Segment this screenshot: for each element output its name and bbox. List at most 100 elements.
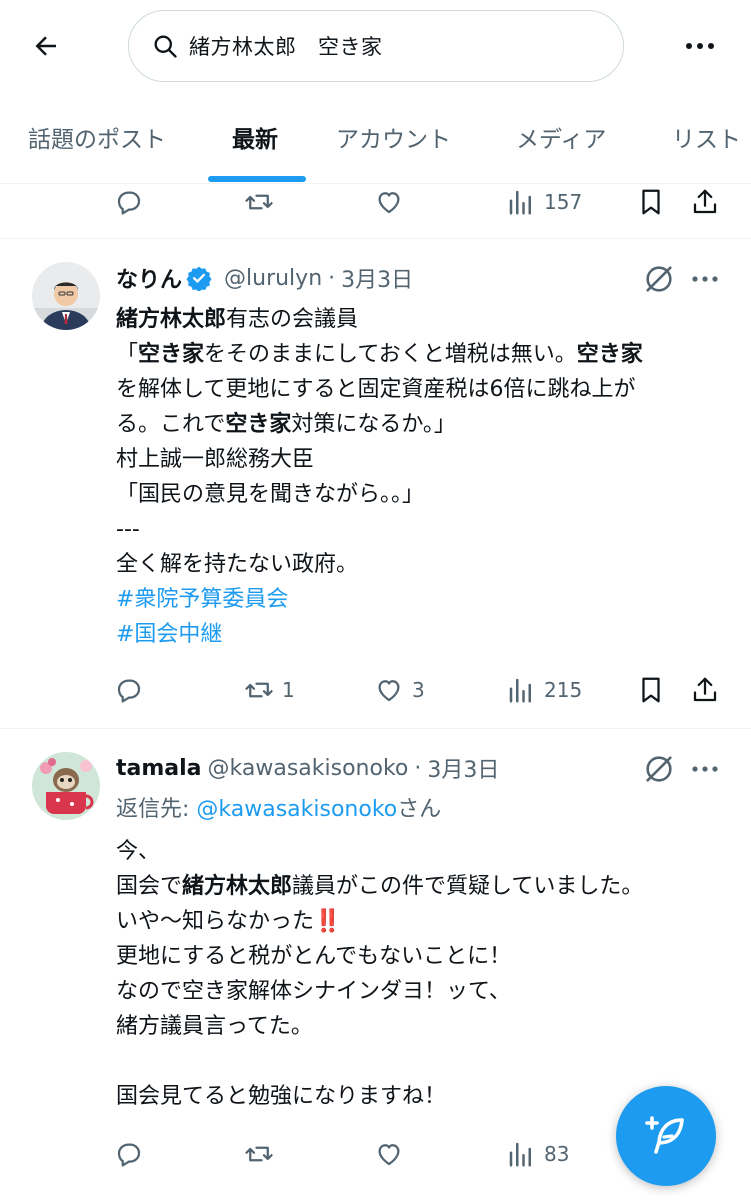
share-button[interactable] <box>690 670 720 710</box>
grok-icon[interactable] <box>642 752 676 786</box>
tab-accounts[interactable]: アカウント <box>336 120 451 154</box>
retweet-button[interactable] <box>244 182 274 222</box>
more-options-icon[interactable] <box>676 26 724 66</box>
post-text-segment: る。これで <box>116 412 226 437</box>
post-text-line: --- <box>116 512 716 547</box>
post-text-segment: 緒方議員言ってた。 <box>116 1014 313 1039</box>
views-button[interactable]: 83 <box>506 1134 569 1174</box>
tab-latest[interactable]: 最新 <box>232 120 278 154</box>
tab-top-posts[interactable]: 話題のポスト <box>28 120 166 154</box>
views-chart-icon <box>509 1142 531 1167</box>
views-count: 83 <box>544 1142 570 1166</box>
post-text-line: 村上誠一郎総務大臣 <box>116 442 716 477</box>
post-text-line: いや〜知らなかった‼️ <box>116 904 716 939</box>
post-text-segment: --- <box>116 517 140 542</box>
bookmark-icon <box>642 677 660 703</box>
post-text-line: 国会で緒方林太郎議員がこの件で質疑していました。 <box>116 869 716 904</box>
views-chart-icon <box>509 678 531 703</box>
highlighted-keyword: 空き家 <box>138 342 205 367</box>
share-icon <box>693 677 717 702</box>
retweet-icon <box>245 194 273 210</box>
post-text-segment: 国会見てると勉強になりますね！ <box>116 1084 447 1109</box>
post-date[interactable]: 3月3日 <box>341 262 413 294</box>
post-header: tamala @kawasakisonoko · 3月3日 <box>116 751 499 785</box>
verified-badge-icon <box>186 266 212 291</box>
post-text-segment: をそのままにしておくと増税は無い。 <box>204 342 577 367</box>
post-actions: 157 <box>0 182 751 222</box>
author-handle[interactable]: @lurulyn <box>224 266 322 291</box>
search-input[interactable]: 緒方林太郎 空き家 <box>128 10 624 82</box>
post-text-line: 更地にすると税がとんでもないことに！ <box>116 939 716 974</box>
post-text-line <box>116 1044 716 1079</box>
tab-lists[interactable]: リスト <box>672 120 741 154</box>
avatar[interactable] <box>32 262 100 330</box>
post-text-line: 「国民の意見を聞きながら。。」 <box>116 477 716 512</box>
author-name[interactable]: tamala <box>116 756 202 781</box>
post-text-line: 全く解を持たない政府。 <box>116 547 716 582</box>
post-text-line: #衆院予算委員会 <box>116 582 716 617</box>
retweet-button[interactable]: 1 <box>244 670 295 710</box>
post-text-line: なので空き家解体シナインダヨ！ッて、 <box>116 974 716 1009</box>
post-text-segment: 今、 <box>116 839 161 864</box>
views-count: 157 <box>544 190 583 214</box>
post-more-icon[interactable] <box>688 262 722 296</box>
views-count: 215 <box>544 678 583 702</box>
reply-button[interactable] <box>114 182 144 222</box>
reply-icon <box>117 191 141 215</box>
retweet-button[interactable] <box>244 1134 274 1174</box>
search-icon <box>154 35 177 58</box>
compose-feather-icon <box>645 1116 684 1154</box>
post-text-segment: 対策になるか。」 <box>291 412 456 437</box>
like-button[interactable]: 3 <box>374 670 425 710</box>
reply-button[interactable] <box>114 1134 144 1174</box>
post-text-line: 緒方議員言ってた。 <box>116 1009 716 1044</box>
post-text-segment: 全く解を持たない政府。 <box>116 552 359 577</box>
post-text-line: 今、 <box>116 834 716 869</box>
tab-media[interactable]: メディア <box>516 120 606 154</box>
post-text-segment: なので空き家解体シナインダヨ！ッて、 <box>116 979 511 1004</box>
share-icon <box>693 189 717 214</box>
highlighted-keyword: 緒方林太郎 <box>182 874 293 899</box>
author-handle[interactable]: @kawasakisonoko <box>208 756 409 781</box>
post-more-icon[interactable] <box>688 752 722 786</box>
post-text-segment: いや〜知らなかった <box>116 909 315 934</box>
reply-to-label: 返信先: <box>116 797 197 822</box>
like-count: 3 <box>412 678 425 702</box>
divider <box>0 238 751 239</box>
post-text-line: る。これで空き家対策になるか。」 <box>116 407 716 442</box>
separator-dot: · <box>328 265 336 291</box>
hashtag-link[interactable]: #衆院予算委員会 <box>116 587 288 612</box>
reply-to-line: 返信先: @kawasakisonokoさん <box>116 792 716 827</box>
views-button[interactable]: 157 <box>506 182 582 222</box>
hashtag-link[interactable]: #国会中継 <box>116 622 222 647</box>
top-bar: 緒方林太郎 空き家 <box>0 0 751 90</box>
bookmark-button[interactable] <box>636 182 666 222</box>
divider <box>0 728 751 729</box>
post-date[interactable]: 3月3日 <box>427 752 499 784</box>
compose-post-button[interactable] <box>616 1086 716 1186</box>
highlighted-keyword: 空き家 <box>225 412 292 437</box>
like-button[interactable] <box>374 182 404 222</box>
grok-icon[interactable] <box>642 262 676 296</box>
heart-icon <box>378 1144 400 1166</box>
search-tabs: 話題のポスト 最新 アカウント メディア リスト <box>0 100 751 184</box>
post-header: なりん @lurulyn · 3月3日 <box>116 261 413 295</box>
author-name[interactable]: なりん <box>116 262 182 294</box>
back-arrow-icon[interactable] <box>26 26 66 66</box>
bookmark-button[interactable] <box>636 670 666 710</box>
post-text-segment: 議員がこの件で質疑していました。 <box>292 874 644 899</box>
reply-to-suffix: さん <box>397 797 442 822</box>
post-text-segment: 村上誠一郎総務大臣 <box>116 447 315 472</box>
bookmark-icon <box>642 189 660 215</box>
reply-to-handle[interactable]: @kawasakisonoko <box>196 797 397 822</box>
search-query: 緒方林太郎 空き家 <box>189 35 383 59</box>
avatar[interactable] <box>32 752 100 820</box>
share-button[interactable] <box>690 182 720 222</box>
post-actions: 1 3 215 <box>0 670 751 710</box>
reply-button[interactable] <box>114 670 144 710</box>
views-button[interactable]: 215 <box>506 670 582 710</box>
like-button[interactable] <box>374 1134 404 1174</box>
post-text: 今、国会で緒方林太郎議員がこの件で質疑していました。 いや〜知らなかった‼️ 更地に… <box>116 834 716 1114</box>
retweet-icon <box>245 1146 273 1162</box>
highlighted-keyword: 空き家 <box>576 342 643 367</box>
